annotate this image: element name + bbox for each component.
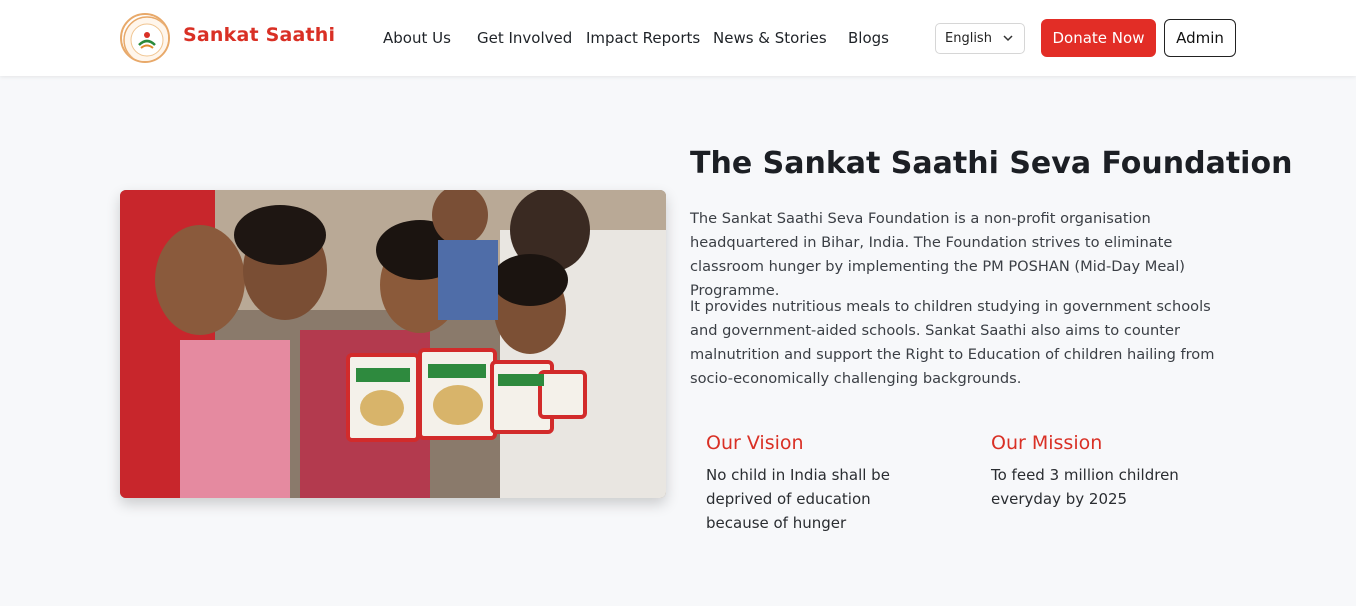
language-value: English — [945, 31, 992, 46]
nav-blogs[interactable]: Blogs — [848, 29, 889, 47]
vision-heading: Our Vision — [706, 432, 804, 454]
chevron-down-icon — [1002, 32, 1014, 48]
vision-text: No child in India shall be deprived of e… — [706, 466, 890, 532]
nav-get-involved[interactable]: Get Involved — [477, 29, 572, 47]
brand-name[interactable]: Sankat Saathi — [183, 24, 335, 46]
nav-about-us[interactable]: About Us — [383, 29, 451, 47]
hero-photo-children-with-meal-packets — [120, 190, 666, 498]
page-title: The Sankat Saathi Seva Foundation — [690, 146, 1293, 181]
intro-paragraph-2: It provides nutritious meals to children… — [690, 298, 1215, 387]
nav-news-stories[interactable]: News & Stories — [713, 29, 827, 47]
mission-heading: Our Mission — [991, 432, 1103, 454]
nav-impact-reports[interactable]: Impact Reports — [586, 29, 700, 47]
mission-text: To feed 3 million children everyday by 2… — [991, 466, 1179, 508]
language-select[interactable]: English — [935, 23, 1025, 54]
admin-button[interactable]: Admin — [1164, 19, 1236, 57]
foundation-logo[interactable] — [120, 13, 170, 63]
intro-paragraph-1: The Sankat Saathi Seva Foundation is a n… — [690, 210, 1185, 299]
site-header: Sankat Saathi About Us Get Involved Impa… — [0, 0, 1356, 76]
donate-now-button[interactable]: Donate Now — [1041, 19, 1156, 57]
